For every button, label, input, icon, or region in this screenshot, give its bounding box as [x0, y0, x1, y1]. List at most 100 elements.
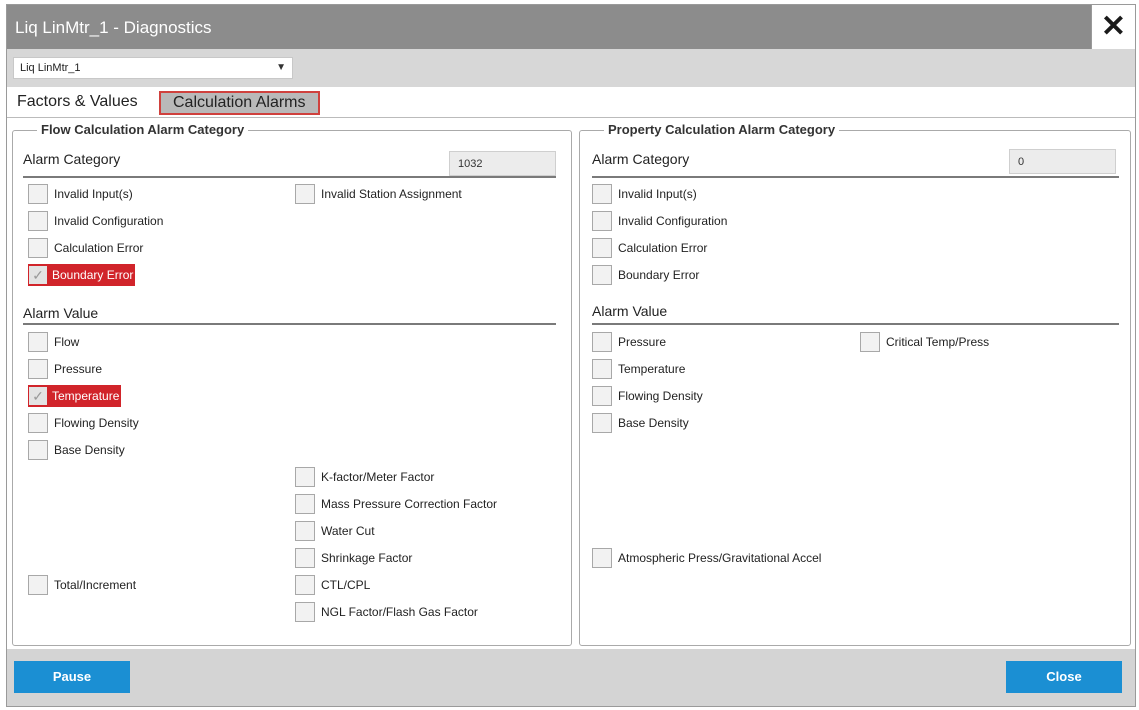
tab-factors-values[interactable]: Factors & Values [11, 91, 144, 115]
checkbox-box [28, 211, 48, 231]
flow-invalid-inputs-checkbox[interactable]: Invalid Input(s) [28, 183, 133, 205]
flow-value-k-factor-checkbox[interactable]: K-factor/Meter Factor [295, 466, 434, 488]
flow-invalid-config-checkbox[interactable]: Invalid Configuration [28, 210, 163, 232]
property-value-pressure-checkbox[interactable]: Pressure [592, 331, 666, 353]
checkbox-label: Boundary Error [52, 268, 134, 282]
checkbox-label: Invalid Configuration [54, 214, 164, 228]
checkbox-box [592, 184, 612, 204]
checkbox-label: Invalid Input(s) [618, 187, 697, 201]
checkbox-label: NGL Factor/Flash Gas Factor [321, 605, 478, 619]
divider [592, 176, 1119, 178]
checkbox-box [295, 494, 315, 514]
checkbox-box [28, 575, 48, 595]
meter-select-bar: Liq LinMtr_1 ▼ [7, 49, 1135, 87]
checkbox-label: Flowing Density [618, 389, 703, 403]
checkbox-box [592, 386, 612, 406]
property-value-temperature-checkbox[interactable]: Temperature [592, 358, 685, 380]
checkbox-box [28, 413, 48, 433]
property-invalid-config-checkbox[interactable]: Invalid Configuration [592, 210, 727, 232]
flow-value-shrinkage-checkbox[interactable]: Shrinkage Factor [295, 547, 412, 569]
check-icon: ✓ [28, 386, 48, 406]
flow-value-ctl-cpl-checkbox[interactable]: CTL/CPL [295, 574, 370, 596]
checkbox-box [28, 184, 48, 204]
checkbox-label: K-factor/Meter Factor [321, 470, 435, 484]
checkbox-label: Water Cut [321, 524, 375, 538]
tab-calculation-alarms[interactable]: Calculation Alarms [159, 91, 320, 115]
property-alarm-group: Property Calculation Alarm Category Alar… [579, 122, 1131, 646]
property-category-heading: Alarm Category [592, 151, 690, 167]
divider [592, 323, 1119, 325]
title-bar: Liq LinMtr_1 - Diagnostics ✕ [7, 5, 1135, 49]
checkbox-box [592, 413, 612, 433]
flow-invalid-station-checkbox[interactable]: Invalid Station Assignment [295, 183, 462, 205]
property-value-critical-temp-checkbox[interactable]: Critical Temp/Press [860, 331, 989, 353]
checkbox-box [592, 548, 612, 568]
window-title: Liq LinMtr_1 - Diagnostics [15, 18, 212, 37]
meter-select[interactable]: Liq LinMtr_1 ▼ [13, 57, 293, 79]
flow-value-flowing-density-checkbox[interactable]: Flowing Density [28, 412, 139, 434]
property-value-flowing-density-checkbox[interactable]: Flowing Density [592, 385, 703, 407]
flow-value-pressure-checkbox[interactable]: Pressure [28, 358, 102, 380]
flow-value-temperature-checkbox[interactable]: ✓ Temperature [28, 385, 122, 407]
checkbox-label: Invalid Station Assignment [321, 187, 462, 201]
checkbox-label: Invalid Input(s) [54, 187, 133, 201]
flow-value-heading: Alarm Value [23, 305, 99, 321]
checkbox-box [592, 359, 612, 379]
flow-category-heading: Alarm Category [23, 151, 121, 167]
property-calc-error-checkbox[interactable]: Calculation Error [592, 237, 707, 259]
checkbox-label: Flowing Density [54, 416, 139, 430]
property-boundary-error-checkbox[interactable]: Boundary Error [592, 264, 699, 286]
checkbox-label: Atmospheric Press/Gravitational Accel [618, 551, 822, 565]
flow-boundary-error-checkbox[interactable]: ✓ Boundary Error [28, 264, 136, 286]
checkbox-box [28, 440, 48, 460]
checkbox-label: Pressure [618, 335, 667, 349]
checkbox-box [28, 332, 48, 352]
checkbox-label: Mass Pressure Correction Factor [321, 497, 498, 511]
checkbox-box [592, 265, 612, 285]
checkbox-label: Total/Increment [54, 578, 137, 592]
pause-button[interactable]: Pause [14, 661, 130, 693]
checkbox-box [28, 238, 48, 258]
checkbox-box [295, 521, 315, 541]
meter-select-value: Liq LinMtr_1 [20, 62, 81, 74]
divider [23, 323, 556, 325]
flow-value-base-density-checkbox[interactable]: Base Density [28, 439, 125, 461]
checkbox-label: Pressure [54, 362, 103, 376]
checkbox-box [295, 467, 315, 487]
checkbox-box [592, 332, 612, 352]
property-category-count: 0 [1009, 149, 1116, 174]
flow-value-water-cut-checkbox[interactable]: Water Cut [295, 520, 375, 542]
property-invalid-inputs-checkbox[interactable]: Invalid Input(s) [592, 183, 697, 205]
checkbox-label: Flow [54, 335, 80, 349]
checkbox-box [592, 211, 612, 231]
checkbox-box [295, 602, 315, 622]
check-icon: ✓ [28, 265, 48, 285]
tab-bar: Factors & Values Calculation Alarms [7, 87, 1135, 117]
property-value-base-density-checkbox[interactable]: Base Density [592, 412, 689, 434]
flow-value-ngl-factor-checkbox[interactable]: NGL Factor/Flash Gas Factor [295, 601, 478, 623]
checkbox-label: Critical Temp/Press [886, 335, 990, 349]
footer-bar: Pause Close [7, 649, 1135, 706]
calculation-alarms-panel: Flow Calculation Alarm Category Alarm Ca… [7, 117, 1135, 649]
flow-category-count: 1032 [449, 151, 556, 176]
checkbox-label: CTL/CPL [321, 578, 371, 592]
flow-value-mass-pressure-checkbox[interactable]: Mass Pressure Correction Factor [295, 493, 497, 515]
checkbox-label: Calculation Error [618, 241, 708, 255]
checkbox-label: Base Density [618, 416, 689, 430]
property-value-atmospheric-checkbox[interactable]: Atmospheric Press/Gravitational Accel [592, 547, 821, 569]
checkbox-box [860, 332, 880, 352]
checkbox-box [295, 548, 315, 568]
property-value-heading: Alarm Value [592, 303, 668, 319]
checkbox-label: Boundary Error [618, 268, 700, 282]
close-icon[interactable]: ✕ [1091, 5, 1135, 49]
close-button[interactable]: Close [1006, 661, 1122, 693]
checkbox-box [28, 359, 48, 379]
flow-calc-error-checkbox[interactable]: Calculation Error [28, 237, 143, 259]
checkbox-label: Temperature [618, 362, 686, 376]
property-group-title: Property Calculation Alarm Category [604, 122, 840, 137]
checkbox-label: Base Density [54, 443, 125, 457]
flow-value-total-increment-checkbox[interactable]: Total/Increment [28, 574, 136, 596]
flow-value-flow-checkbox[interactable]: Flow [28, 331, 79, 353]
checkbox-label: Invalid Configuration [618, 214, 728, 228]
divider [23, 176, 556, 178]
